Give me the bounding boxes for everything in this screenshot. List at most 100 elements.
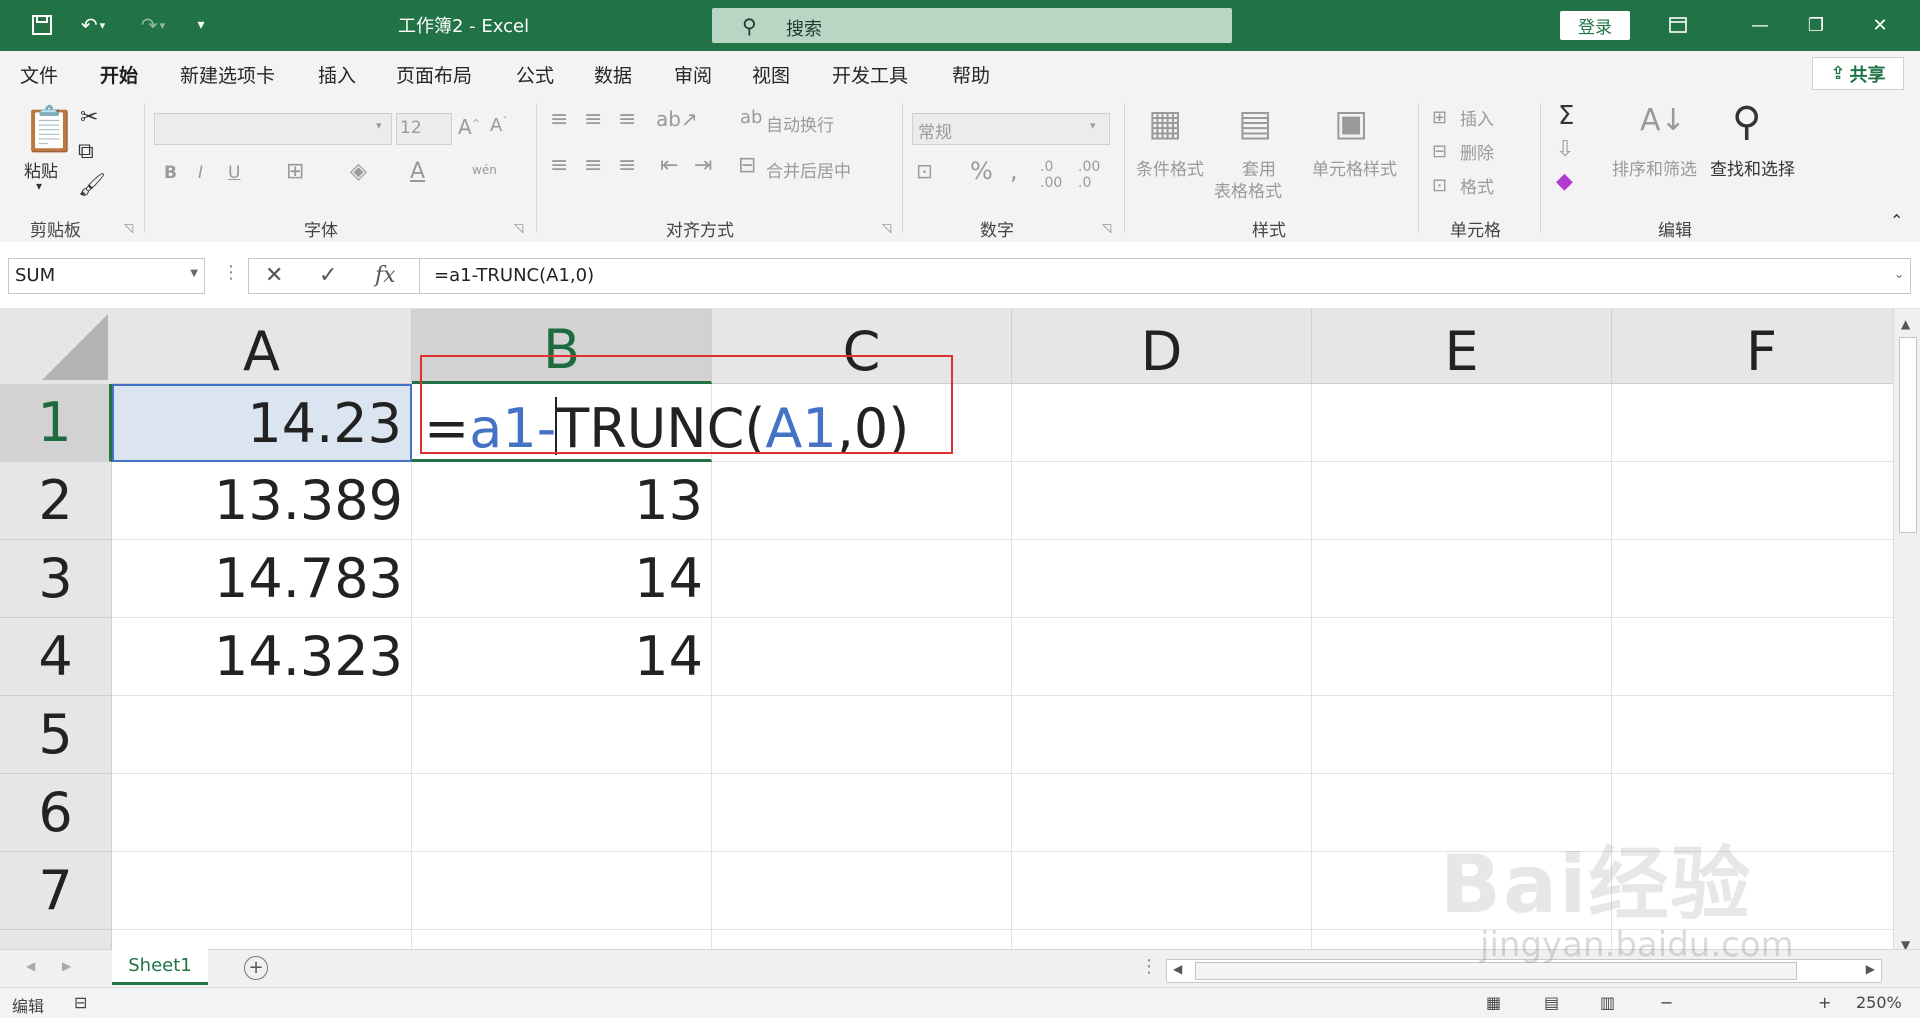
page-break-view-icon[interactable]: ▥ — [1600, 993, 1615, 1012]
cell-c2[interactable] — [712, 462, 1012, 540]
cell-b7[interactable] — [412, 852, 712, 930]
delete-cells-label[interactable]: 删除 — [1460, 139, 1494, 164]
tab-new[interactable]: 新建选项卡 — [180, 61, 275, 88]
row-header-6[interactable]: 6 — [0, 774, 112, 852]
cut-icon[interactable]: ✂ — [80, 105, 98, 130]
row-header-3[interactable]: 3 — [0, 540, 112, 618]
font-name-select[interactable] — [154, 113, 392, 145]
number-format-dropdown-icon[interactable]: ▾ — [1090, 119, 1096, 132]
merge-center-label[interactable]: 合并后居中 — [766, 157, 851, 182]
tab-formulas[interactable]: 公式 — [516, 61, 554, 88]
cell-d4[interactable] — [1012, 618, 1312, 696]
insert-cells-label[interactable]: 插入 — [1460, 105, 1494, 130]
format-as-table-label-2[interactable]: 表格格式 — [1214, 177, 1282, 202]
cell-c6[interactable] — [712, 774, 1012, 852]
format-cells-label[interactable]: 格式 — [1460, 173, 1494, 198]
insert-function-icon[interactable]: fx — [375, 263, 396, 288]
row-header-4[interactable]: 4 — [0, 618, 112, 696]
tab-split-grip-icon[interactable]: ⋮ — [1140, 956, 1158, 977]
phonetic-icon[interactable]: wén — [472, 163, 497, 177]
conditional-format-icon[interactable]: ▦ — [1148, 103, 1182, 144]
search-box[interactable]: ⚲ 搜索 — [712, 8, 1232, 43]
find-select-icon[interactable]: ⚲ — [1732, 99, 1761, 145]
cell-a7[interactable] — [112, 852, 412, 930]
cell-b2[interactable]: 13 — [412, 462, 712, 540]
collapse-ribbon-icon[interactable]: ⌃ — [1890, 211, 1903, 230]
cell-e3[interactable] — [1312, 540, 1612, 618]
cell-a8[interactable] — [112, 930, 412, 949]
login-button[interactable]: 登录 — [1560, 11, 1630, 40]
next-sheet-icon[interactable]: ▶ — [62, 959, 71, 973]
tab-page-layout[interactable]: 页面布局 — [396, 61, 472, 88]
decrease-indent-icon[interactable]: ⇤ — [660, 153, 678, 178]
cell-d7[interactable] — [1012, 852, 1312, 930]
wrap-text-icon[interactable]: ab — [740, 107, 762, 128]
cell-c8[interactable] — [712, 930, 1012, 949]
delete-cells-icon[interactable]: ⊟ — [1432, 141, 1447, 162]
alignment-launcher-icon[interactable]: ◹ — [882, 221, 891, 235]
align-right-icon[interactable]: ≡ — [618, 153, 636, 178]
cell-a2[interactable]: 13.389 — [112, 462, 412, 540]
shrink-font-icon[interactable]: Aˇ — [490, 115, 507, 136]
row-header-8[interactable] — [0, 930, 112, 949]
wrap-text-label[interactable]: 自动换行 — [766, 111, 834, 136]
row-header-7[interactable]: 7 — [0, 852, 112, 930]
name-box[interactable]: SUM ▼ — [8, 258, 205, 294]
accounting-icon[interactable]: ⊡ — [916, 159, 933, 183]
increase-decimal-icon[interactable]: .0.00 — [1040, 159, 1062, 191]
row-header-1[interactable]: 1 — [0, 384, 112, 462]
tab-insert[interactable]: 插入 — [318, 61, 356, 88]
prev-sheet-icon[interactable]: ◀ — [26, 959, 35, 973]
save-icon[interactable] — [22, 8, 62, 42]
paste-icon[interactable]: 📋 — [22, 103, 77, 155]
page-layout-view-icon[interactable]: ▤ — [1544, 993, 1559, 1012]
align-center-icon[interactable]: ≡ — [584, 153, 602, 178]
bold-icon[interactable]: B — [164, 163, 177, 183]
column-header-a[interactable]: A — [112, 309, 412, 384]
cell-b5[interactable] — [412, 696, 712, 774]
column-header-d[interactable]: D — [1012, 309, 1312, 384]
underline-icon[interactable]: U — [228, 163, 240, 183]
select-all-button[interactable] — [0, 309, 113, 385]
number-launcher-icon[interactable]: ◹ — [1102, 221, 1111, 235]
cell-b8[interactable] — [412, 930, 712, 949]
row-header-5[interactable]: 5 — [0, 696, 112, 774]
cell-styles-label[interactable]: 单元格样式 — [1312, 155, 1397, 180]
macro-record-icon[interactable]: ⊟ — [74, 993, 87, 1012]
vertical-scrollbar[interactable]: ▲ ▼ — [1893, 309, 1920, 958]
cell-a4[interactable]: 14.323 — [112, 618, 412, 696]
cancel-icon[interactable]: ✕ — [265, 263, 283, 288]
percent-icon[interactable]: % — [970, 157, 993, 185]
clear-icon[interactable]: ◆ — [1556, 169, 1573, 194]
cell-b6[interactable] — [412, 774, 712, 852]
align-top-icon[interactable]: ≡ — [550, 107, 568, 132]
column-header-f[interactable]: F — [1612, 309, 1893, 384]
cell-f2[interactable] — [1612, 462, 1893, 540]
ribbon-display-icon[interactable] — [1658, 10, 1698, 40]
cell-d2[interactable] — [1012, 462, 1312, 540]
format-cells-icon[interactable]: ⊡ — [1432, 175, 1447, 196]
align-bottom-icon[interactable]: ≡ — [618, 107, 636, 132]
tab-help[interactable]: 帮助 — [952, 61, 990, 88]
cell-a6[interactable] — [112, 774, 412, 852]
fill-icon[interactable]: ⇩ — [1556, 137, 1574, 162]
italic-icon[interactable]: I — [198, 163, 203, 183]
cell-a5[interactable] — [112, 696, 412, 774]
cell-d1[interactable] — [1012, 384, 1312, 462]
grow-font-icon[interactable]: A^ — [458, 115, 480, 139]
cell-f5[interactable] — [1612, 696, 1893, 774]
font-color-icon[interactable]: A — [410, 159, 425, 184]
minimize-icon[interactable]: — — [1740, 10, 1780, 40]
column-header-e[interactable]: E — [1312, 309, 1612, 384]
vertical-scroll-thumb[interactable] — [1899, 337, 1917, 533]
enter-icon[interactable]: ✓ — [319, 263, 337, 288]
cell-e2[interactable] — [1312, 462, 1612, 540]
decrease-decimal-icon[interactable]: .00.0 — [1078, 159, 1100, 191]
cell-c3[interactable] — [712, 540, 1012, 618]
font-launcher-icon[interactable]: ◹ — [514, 221, 523, 235]
cell-d8[interactable] — [1012, 930, 1312, 949]
align-left-icon[interactable]: ≡ — [550, 153, 568, 178]
tab-view[interactable]: 视图 — [752, 61, 790, 88]
insert-cells-icon[interactable]: ⊞ — [1432, 107, 1447, 128]
fill-color-icon[interactable]: ◈ — [350, 159, 367, 184]
